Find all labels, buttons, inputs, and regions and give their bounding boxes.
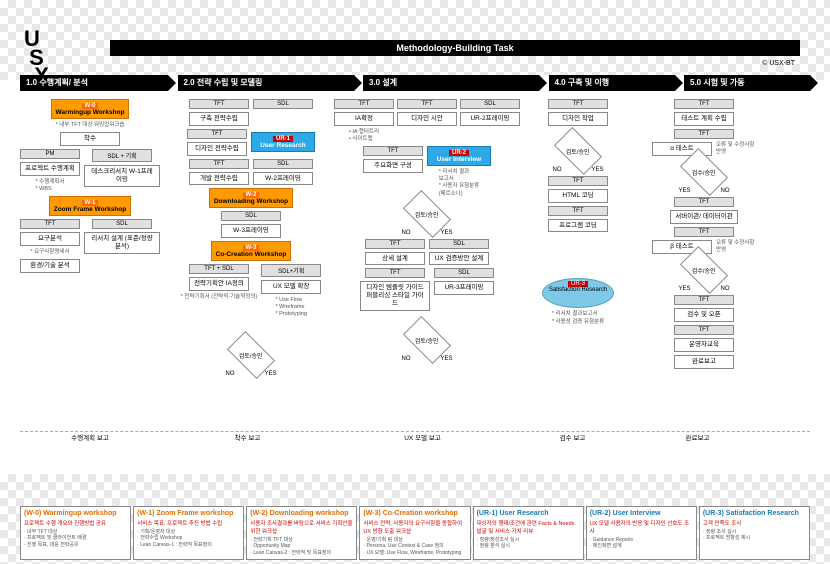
ur1-research: UR-1User Research <box>251 132 315 152</box>
ia-definition-box: 전략기획안 IA정의 <box>189 277 249 291</box>
research-design-box: 리서치 설계 (표준/정량분석) <box>84 232 160 254</box>
phase-4-header: 4.0 구축 및 이행 <box>549 75 675 91</box>
legend-w3: (W-3) Co-Creation workshop서비스 전략, 사용자의 요… <box>359 506 470 561</box>
phase-3-column: TFTIA확정• IA 챕터트리 • 사이트맵 TFT디자인 시안 SDLUR-… <box>342 99 512 377</box>
sdl-header: SDL + 기획 <box>92 149 152 162</box>
legend-w0: (W-0) Warmingup workshop프로젝트 수행 개요와 진행방법… <box>20 506 131 561</box>
html-coding-box: HTML 코딩 <box>548 189 608 203</box>
design-work-box: 디자인 작업 <box>548 112 608 126</box>
legend-ur1: (UR-1) User Research대상자의 행태/조건에 관련 Facts… <box>473 506 584 561</box>
ux-model-box: UX 모델 확장 <box>261 280 321 294</box>
w1-workshop: W-1Zoom Frame Workshop <box>49 196 131 216</box>
dev-strategy-box: 개발 전략수립 <box>189 172 249 186</box>
legend-w1: (W-1) Zoom Frame workshop서비스 목표, 프로젝트 추진… <box>133 506 244 561</box>
server-migration-box: 서버이관/ 데이터이관 <box>670 210 737 224</box>
detail-design-box: 상세 설계 <box>365 252 425 266</box>
milestone-row: 수행계획 보고 착수 보고 UX 모델 보고 검수 보고 완료보고 <box>20 431 810 444</box>
main-screen-box: 주요화면 구성 <box>363 159 423 173</box>
w2-workshop: W-2Downloading Workshop <box>209 188 293 208</box>
complete-report-box: 완료보고 <box>674 355 734 369</box>
pm-note: * 수행계획서 * WBS <box>36 179 65 193</box>
w3-framing-box: W-3프레이밍 <box>221 224 281 238</box>
copyright: © USX-BT <box>762 60 795 67</box>
legend-ur3: (UR-3) Satisfaction Research고객 만족도 조사· 정… <box>699 506 810 561</box>
env-analysis-box: 환경/기술 분석 <box>20 259 80 273</box>
design-strategy-box: 디자인 전략수립 <box>187 142 247 156</box>
phase-header-row: 1.0 수행계획/ 분석 2.0 전략 수립 및 모델링 3.0 설계 4.0 … <box>20 75 810 91</box>
open-box: 검수 및 오픈 <box>674 308 734 322</box>
title-bar: Methodology-Building Task <box>110 40 800 56</box>
w0-note: * 내부 TFT 대상 워밍업워크숍 <box>56 122 125 129</box>
pm-header: PM <box>20 149 80 159</box>
phase-5-column: TFT 테스트 계획 수립 TFT α 테스트 오류 및 수정사항반영 검수/승… <box>644 99 764 377</box>
flowchart-canvas: 1.0 수행계획/ 분석 2.0 전략 수립 및 모델링 3.0 설계 4.0 … <box>20 75 810 474</box>
legend-ur2: (UR-2) User InterviewUX 모델 사용자의 반응 및 디자인… <box>586 506 697 561</box>
w2-framing-box: W-2프레이밍 <box>253 172 313 186</box>
ux-verify-box: UX 검증방안 설계 <box>429 252 489 266</box>
design-draft-box: 디자인 시안 <box>397 112 457 126</box>
phase-3-header: 3.0 설계 <box>363 75 539 91</box>
start-node: 착수 <box>60 132 120 146</box>
operator-edu-box: 운영자교육 <box>674 338 734 352</box>
ur2-framing-box: UR-2프레이밍 <box>460 112 520 126</box>
phase-1-column: W-0Warmingup Workshop * 내부 TFT 대상 워밍업워크숍… <box>20 99 160 377</box>
test-plan-box: 테스트 계획 수립 <box>674 112 734 126</box>
w0-workshop: W-0Warmingup Workshop <box>51 99 130 119</box>
legend-w2: (W-2) Downloading workshop사용자 조사결과를 바탕으로… <box>246 506 357 561</box>
ia-confirm-box: IA확정 <box>334 112 394 126</box>
ur3-framing-box: UR-3프레이밍 <box>434 281 494 295</box>
phase-2-header: 2.0 전략 수립 및 모델링 <box>178 75 354 91</box>
build-strategy-box: 구축 전략수립 <box>189 112 249 126</box>
w3-workshop: W-3Co-Creation Workshop <box>211 241 292 261</box>
ur2-interview: UR-2User Interview <box>427 146 491 166</box>
sdl-research-box: 데스크리서치 W-1프레이밍 <box>84 165 160 187</box>
phase-1-header: 1.0 수행계획/ 분석 <box>20 75 168 91</box>
ur3-satisfaction: UR-3Satisfaction Research <box>542 278 614 308</box>
pm-plan-box: 프로젝트 수행계획 <box>20 162 80 176</box>
phase-5-header: 5.0 시험 및 가동 <box>684 75 810 91</box>
phase-4-column: TFT 디자인 작업 검토/승인 NOYES TFT HTML 코딩 TFT 프… <box>518 99 638 377</box>
legend-row: (W-0) Warmingup workshop프로젝트 수행 개요와 진행방법… <box>20 506 810 561</box>
phase-2-column: TFT 구축 전략수립 SDL x TFT 디자인 전략수립 UR-1User … <box>166 99 336 377</box>
program-coding-box: 프로그램 코딩 <box>548 219 608 233</box>
design-guide-box: 디자인 템플릿 가이드 퍼블리싱 스타일 가이드 <box>360 281 430 310</box>
requirements-box: 요구분석 <box>20 232 80 246</box>
